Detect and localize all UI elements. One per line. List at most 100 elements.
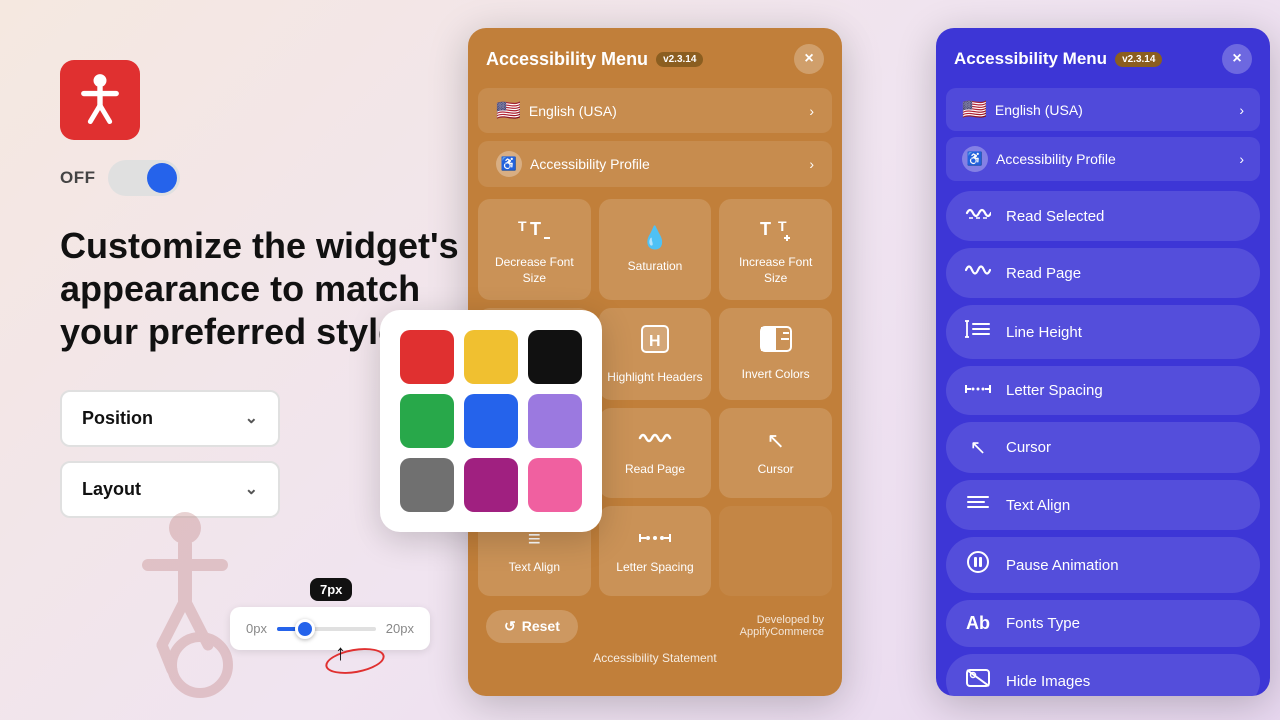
read-selected-label: Read Selected bbox=[1006, 208, 1104, 225]
invert-colors-icon bbox=[759, 325, 793, 359]
cursor-menu-icon: ↖ bbox=[964, 435, 992, 460]
color-swatch-yellow[interactable] bbox=[464, 330, 518, 384]
slider-knob[interactable] bbox=[295, 619, 315, 639]
slider-fill bbox=[277, 627, 297, 631]
feature-highlight-headers[interactable]: H Highlight Headers bbox=[599, 308, 712, 400]
feature-increase-font[interactable]: T T Increase Font Size bbox=[719, 199, 832, 300]
toggle-row: OFF bbox=[60, 160, 480, 196]
color-swatch-blue[interactable] bbox=[464, 394, 518, 448]
right-version-badge: v2.3.14 bbox=[1115, 52, 1162, 67]
color-swatch-pink[interactable] bbox=[528, 458, 582, 512]
chevron-right-icon: › bbox=[1239, 102, 1244, 118]
saturation-icon: 💧 bbox=[641, 225, 668, 251]
highlight-headers-label: Highlight Headers bbox=[607, 370, 702, 386]
letter-spacing-label: Letter Spacing bbox=[616, 560, 693, 576]
menu-item-letter-spacing[interactable]: Letter Spacing bbox=[946, 366, 1260, 415]
right-panel-header: Accessibility Menu v2.3.14 × bbox=[936, 28, 1270, 88]
feature-decrease-font[interactable]: T T Decrease Font Size bbox=[478, 199, 591, 300]
menu-item-fonts-type[interactable]: Ab Fonts Type bbox=[946, 600, 1260, 647]
increase-font-icon: T T bbox=[760, 213, 792, 247]
color-swatch-black[interactable] bbox=[528, 330, 582, 384]
feature-saturation[interactable]: 💧 Saturation bbox=[599, 199, 712, 300]
pause-animation-label: Pause Animation bbox=[1006, 557, 1119, 574]
toggle-label: OFF bbox=[60, 168, 96, 188]
menu-item-line-height[interactable]: Line Height bbox=[946, 305, 1260, 359]
color-swatch-gray[interactable] bbox=[400, 458, 454, 512]
right-panel: Accessibility Menu v2.3.14 × 🇺🇸 English … bbox=[936, 28, 1270, 696]
text-align-menu-label: Text Align bbox=[1006, 497, 1070, 514]
svg-text:H: H bbox=[649, 333, 661, 350]
line-height-menu-label: Line Height bbox=[1006, 324, 1082, 341]
accessibility-logo bbox=[60, 60, 140, 140]
position-dropdown[interactable]: Position ⌄ bbox=[60, 390, 280, 447]
hide-images-label: Hide Images bbox=[1006, 673, 1090, 690]
menu-item-pause-animation[interactable]: Pause Animation bbox=[946, 537, 1260, 593]
center-profile-row[interactable]: ♿ Accessibility Profile › bbox=[478, 141, 832, 187]
chevron-right-icon: › bbox=[1239, 151, 1244, 167]
color-swatch-green[interactable] bbox=[400, 394, 454, 448]
menu-item-hide-images[interactable]: Hide Images bbox=[946, 654, 1260, 696]
fonts-type-icon: Ab bbox=[964, 613, 992, 634]
layout-dropdown[interactable]: Layout ⌄ bbox=[60, 461, 280, 518]
right-profile-row[interactable]: ♿ Accessibility Profile › bbox=[946, 137, 1260, 181]
feature-read-page[interactable]: Read Page bbox=[599, 408, 712, 498]
text-align-menu-icon bbox=[964, 493, 992, 517]
right-close-button[interactable]: × bbox=[1222, 44, 1252, 74]
developed-by-text: Developed byAppifyCommerce bbox=[740, 614, 824, 638]
line-height-menu-icon bbox=[964, 318, 992, 346]
slider-ellipse-decoration bbox=[323, 644, 386, 678]
hide-images-icon bbox=[964, 667, 992, 695]
slider-track[interactable] bbox=[277, 627, 376, 631]
slider-max-label: 20px bbox=[386, 621, 414, 636]
menu-item-cursor[interactable]: ↖ Cursor bbox=[946, 422, 1260, 473]
menu-item-read-selected[interactable]: Read Selected bbox=[946, 191, 1260, 241]
text-align-label: Text Align bbox=[509, 560, 560, 576]
reset-button[interactable]: ↺ Reset bbox=[486, 610, 578, 643]
svg-text:T: T bbox=[518, 218, 527, 234]
right-profile-icon: ♿ bbox=[962, 146, 988, 172]
color-swatch-magenta[interactable] bbox=[464, 458, 518, 512]
profile-icon: ♿ bbox=[496, 151, 522, 177]
slider-min-label: 0px bbox=[246, 621, 267, 636]
cursor-arrow-icon: ↑ bbox=[335, 640, 346, 666]
color-swatch-red[interactable] bbox=[400, 330, 454, 384]
center-panel-title: Accessibility Menu v2.3.14 bbox=[486, 49, 703, 70]
center-panel-footer: ↺ Reset Developed byAppifyCommerce bbox=[468, 596, 842, 651]
decrease-font-icon: T T bbox=[518, 213, 550, 247]
increase-font-label: Increase Font Size bbox=[727, 255, 824, 286]
slider-section: 7px 0px 20px ↑ bbox=[230, 578, 430, 650]
center-language-row[interactable]: 🇺🇸 English (USA) › bbox=[478, 88, 832, 133]
feature-cursor[interactable]: ↖ Cursor bbox=[719, 408, 832, 498]
read-page-icon bbox=[638, 428, 672, 454]
cursor-feature-icon: ↖ bbox=[766, 428, 784, 454]
decrease-font-label: Decrease Font Size bbox=[486, 255, 583, 286]
svg-text:T: T bbox=[778, 218, 787, 234]
center-close-button[interactable]: × bbox=[794, 44, 824, 74]
letter-spacing-menu-label: Letter Spacing bbox=[1006, 382, 1103, 399]
feature-letter-spacing[interactable]: Letter Spacing bbox=[599, 506, 712, 596]
svg-text:T: T bbox=[530, 219, 541, 239]
chevron-right-icon: › bbox=[809, 103, 814, 119]
chevron-down-icon: ⌄ bbox=[245, 479, 258, 499]
chevron-down-icon: ⌄ bbox=[245, 408, 258, 428]
slider-container: 0px 20px bbox=[230, 607, 430, 650]
menu-item-read-page[interactable]: Read Page bbox=[946, 248, 1260, 298]
toggle-switch[interactable] bbox=[108, 160, 180, 196]
toggle-knob bbox=[147, 163, 177, 193]
read-page-label: Read Page bbox=[625, 462, 685, 478]
feature-invert-colors[interactable]: Invert Colors bbox=[719, 308, 832, 400]
read-page-menu-label: Read Page bbox=[1006, 265, 1081, 282]
menu-item-text-align[interactable]: Text Align bbox=[946, 480, 1260, 530]
right-language-row[interactable]: 🇺🇸 English (USA) › bbox=[946, 88, 1260, 131]
feature-empty bbox=[719, 506, 832, 596]
cursor-menu-label: Cursor bbox=[1006, 439, 1051, 456]
read-page-menu-icon bbox=[964, 261, 992, 285]
color-swatch-purple-light[interactable] bbox=[528, 394, 582, 448]
color-picker-popup bbox=[380, 310, 602, 532]
invert-colors-label: Invert Colors bbox=[742, 367, 810, 383]
center-panel-header: Accessibility Menu v2.3.14 × bbox=[468, 28, 842, 88]
accessibility-statement[interactable]: Accessibility Statement bbox=[468, 651, 842, 677]
right-flag-icon: 🇺🇸 bbox=[962, 97, 987, 122]
right-panel-title: Accessibility Menu v2.3.14 bbox=[954, 49, 1162, 69]
center-version-badge: v2.3.14 bbox=[656, 52, 703, 67]
